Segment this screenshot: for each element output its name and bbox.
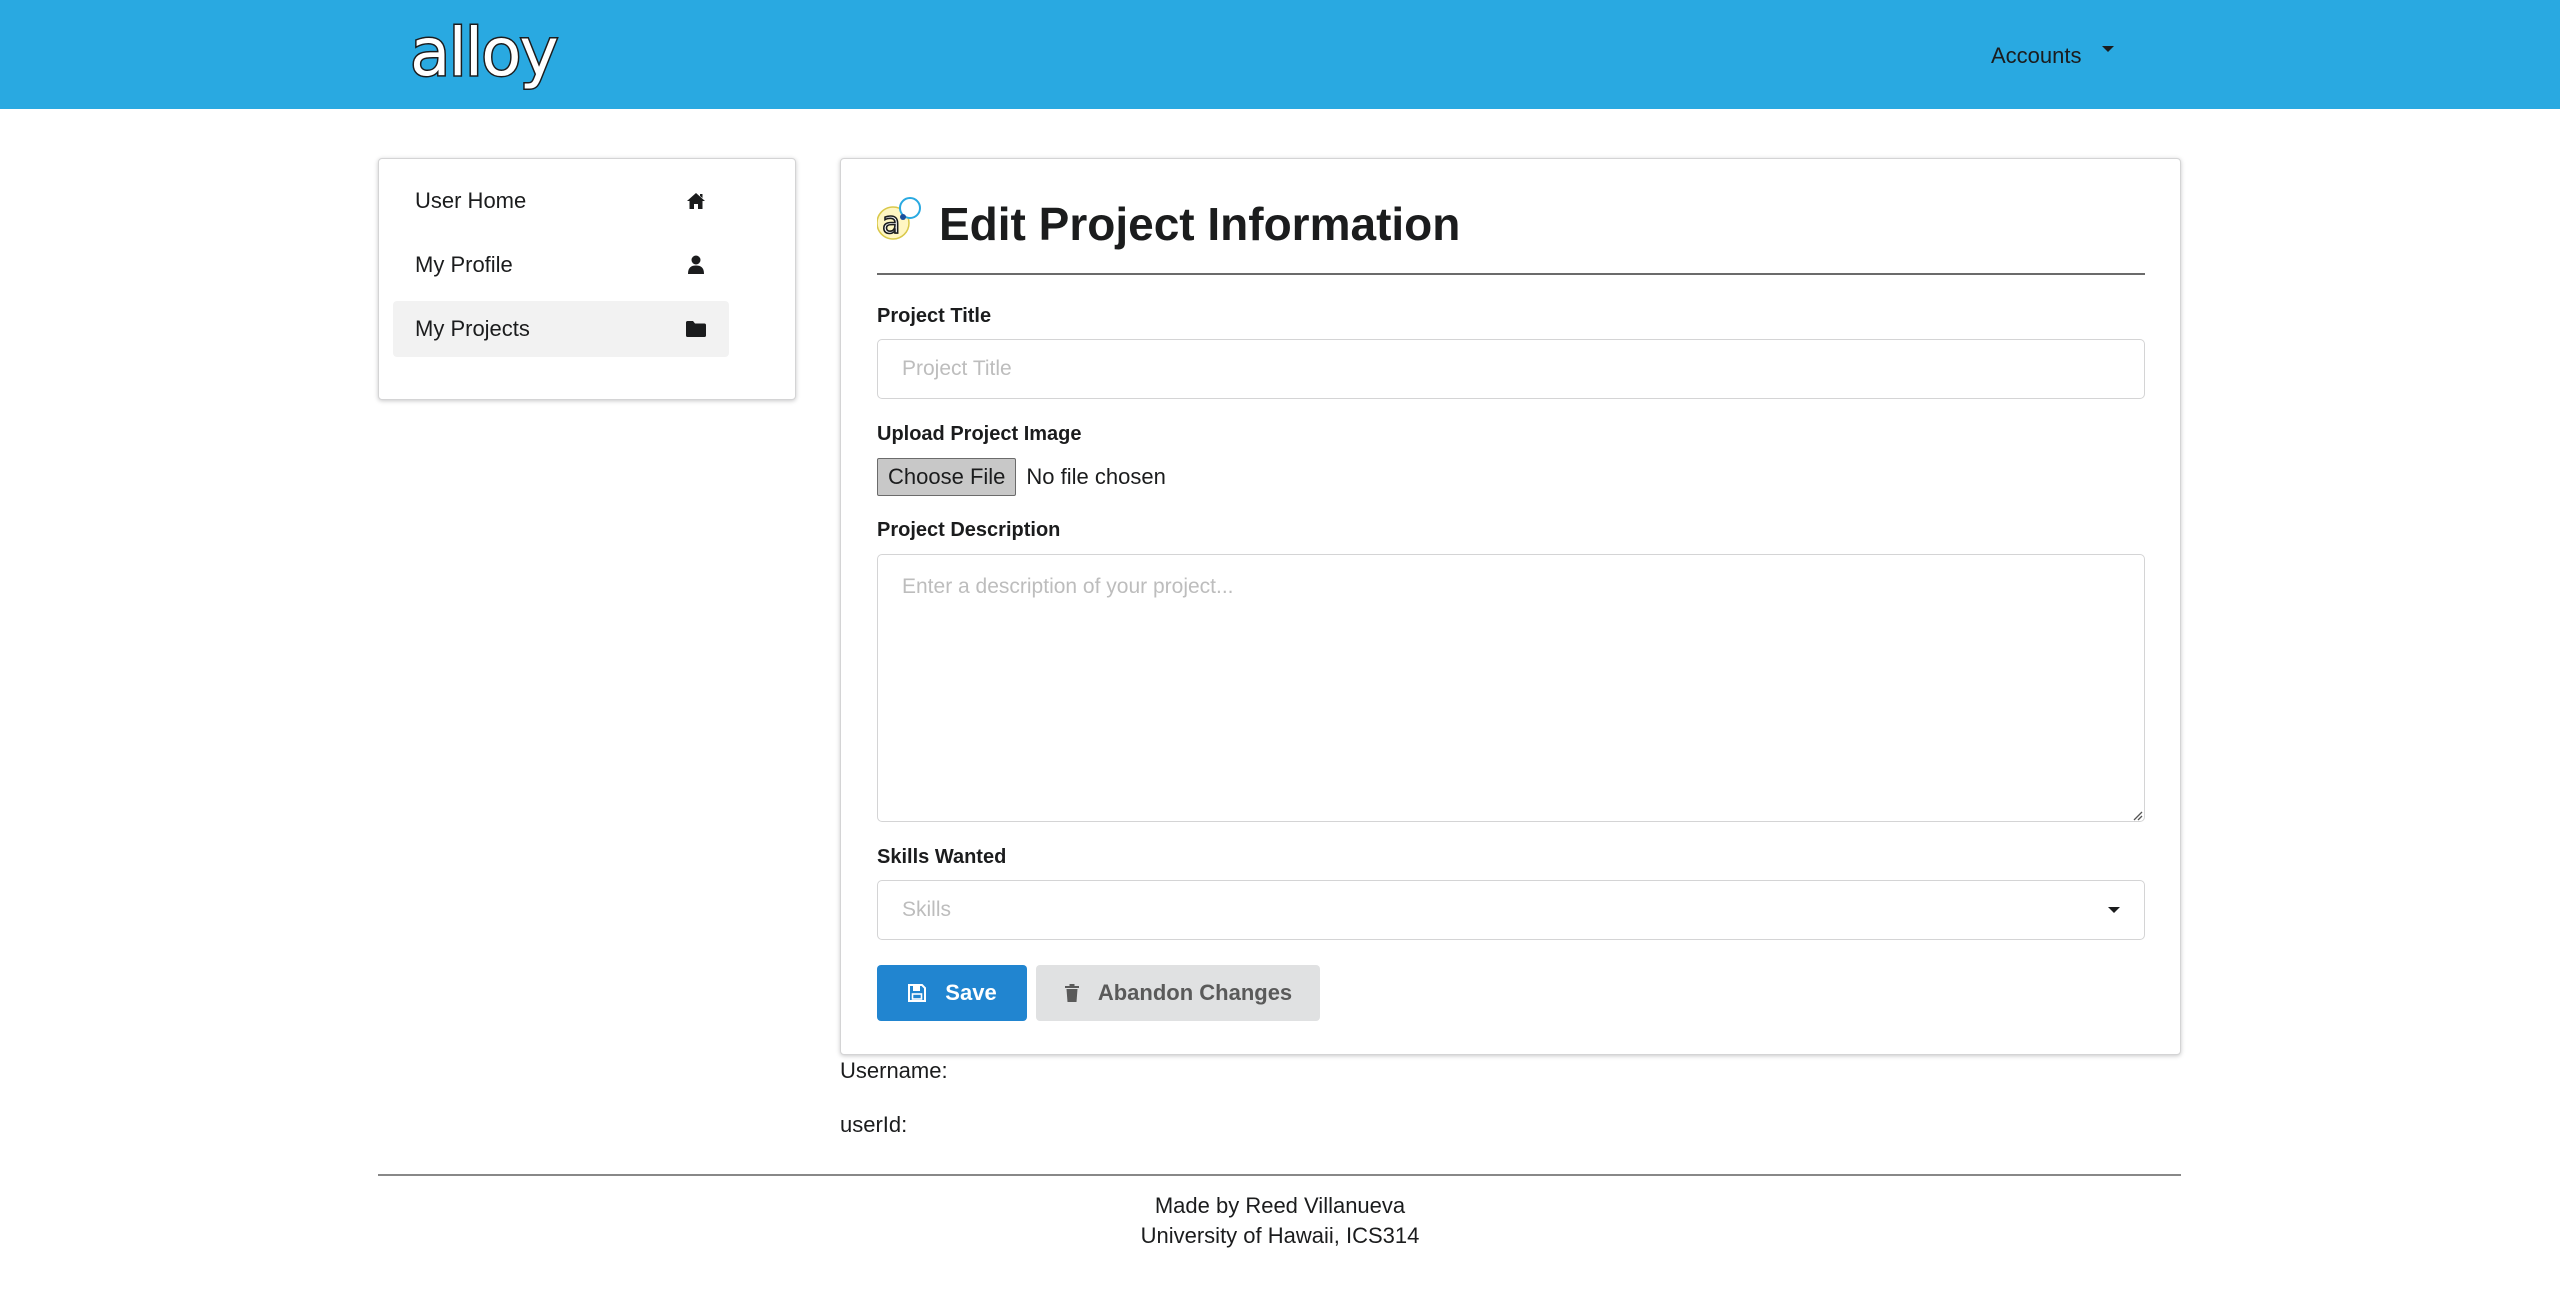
top-navbar: alloy Accounts [0, 0, 2560, 109]
folder-icon [685, 318, 707, 340]
project-title-input[interactable] [877, 339, 2145, 399]
choose-file-button[interactable]: Choose File [877, 458, 1017, 496]
footer-divider [378, 1174, 2181, 1176]
file-status-text: No file chosen [1026, 464, 1166, 489]
page-title: Edit Project Information [939, 198, 1461, 250]
userid-label: userId: [840, 1112, 908, 1137]
abandon-changes-button[interactable]: Abandon Changes [1036, 965, 1320, 1021]
save-button[interactable]: Save [877, 965, 1027, 1021]
sidebar-menu: User Home My Profile My Projects [378, 158, 796, 400]
save-label: Save [945, 980, 997, 1005]
project-title-label: Project Title [877, 305, 992, 327]
upload-image-label: Upload Project Image [877, 423, 1082, 445]
sidebar-item-my-profile[interactable]: My Profile [393, 237, 729, 293]
skills-placeholder: Skills [902, 898, 952, 921]
trash-icon [1064, 984, 1079, 1002]
sidebar-item-label: User Home [415, 188, 527, 213]
skills-select[interactable]: Skills [877, 880, 2145, 940]
floppy-disk-icon [908, 984, 927, 1002]
accounts-label: Accounts [1991, 43, 2082, 68]
user-icon [685, 254, 707, 276]
edit-project-card: a Edit Project Information Project Title… [840, 158, 2181, 1055]
dropdown-arrow-icon [2108, 907, 2120, 913]
abandon-label: Abandon Changes [1097, 980, 1293, 1005]
svg-text:a: a [882, 206, 900, 241]
chevron-down-icon [2101, 46, 2114, 52]
footer-credit: Made by Reed Villanueva [1154, 1193, 1406, 1218]
sidebar-item-label: My Projects [415, 316, 530, 341]
alloy-emblem-icon: a [876, 195, 935, 247]
card-header: a Edit Project Information [876, 193, 2145, 275]
home-icon [685, 190, 707, 212]
resize-handle-icon[interactable] [2131, 808, 2143, 821]
file-upload-control: Choose File No file chosen [877, 457, 1166, 497]
sidebar-item-user-home[interactable]: User Home [393, 173, 729, 229]
project-description-textarea[interactable] [877, 554, 2145, 822]
sidebar-item-label: My Profile [415, 252, 513, 277]
username-label: Username: [840, 1058, 948, 1083]
footer-institution: University of Hawaii, ICS314 [1140, 1223, 1420, 1248]
skills-wanted-label: Skills Wanted [877, 846, 1007, 868]
accounts-dropdown[interactable]: Accounts [1991, 36, 2114, 76]
project-description-label: Project Description [877, 519, 1061, 541]
sidebar-item-my-projects[interactable]: My Projects [393, 301, 729, 357]
alloy-logo[interactable]: alloy [409, 12, 561, 92]
